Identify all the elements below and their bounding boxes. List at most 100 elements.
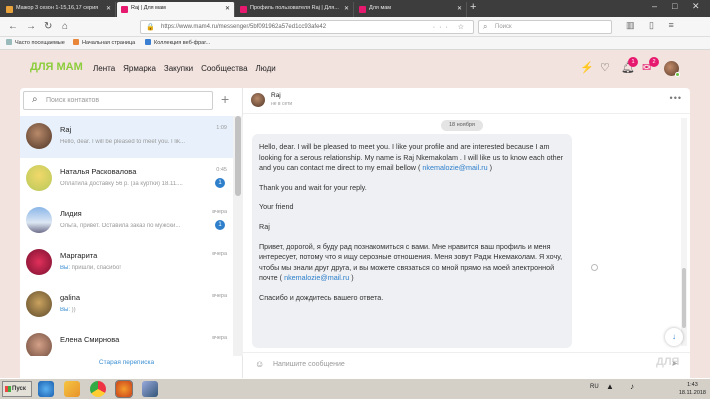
start-label: Пуск [12, 386, 26, 392]
nav-link-fair[interactable]: Ярмарка [123, 64, 156, 73]
reload-icon[interactable]: ↻ [44, 21, 52, 32]
message-composer[interactable]: ☺ Напишите сообщение ➤ [243, 352, 690, 378]
firefox-icon[interactable] [115, 380, 133, 398]
message-bubble: Hello, dear. I will be pleased to meet y… [252, 134, 572, 348]
forward-icon[interactable]: → [26, 21, 36, 32]
close-window-icon[interactable]: ✕ [692, 1, 700, 12]
contact-name: galina [60, 293, 81, 302]
contact-name: Лидия [60, 209, 82, 218]
heart-icon[interactable]: ♡ [600, 61, 610, 74]
tab-title: Мажор 3 сезон 1-15,16,17 серия [16, 5, 99, 11]
back-icon[interactable]: ← [8, 21, 18, 32]
main-nav: Лента Ярмарка Закупки Сообщества Люди [93, 64, 284, 73]
language-indicator[interactable]: RU [590, 384, 599, 390]
avatar[interactable] [251, 93, 265, 107]
system-clock[interactable]: 1:43 18.11.2018 [679, 381, 706, 397]
message-select-radio[interactable] [591, 264, 598, 271]
nav-link-feed[interactable]: Лента [93, 64, 115, 73]
scroll-down-button[interactable]: ↓ [665, 328, 683, 346]
browser-tab[interactable]: Профиль пользователя Raj | Для... ✕ [236, 2, 354, 17]
conversation-item-raj[interactable]: Raj 1:09 Hello, dear. I will be pleased … [20, 116, 233, 158]
unread-badge: 1 [215, 220, 225, 230]
nav-link-purchases[interactable]: Закупки [164, 64, 193, 73]
add-conversation-button[interactable]: + [221, 91, 229, 107]
nav-link-communities[interactable]: Сообщества [201, 64, 247, 73]
unread-badge: 1 [215, 178, 225, 188]
new-tab-button[interactable]: + [470, 1, 476, 13]
conversation-item[interactable]: galina вчера Вы: )) [20, 284, 233, 326]
close-tab-icon[interactable]: ✕ [106, 5, 111, 12]
old-conversations-link[interactable]: Старая переписка [20, 359, 233, 366]
message-paragraph: Thank you and wait for your reply. [259, 182, 367, 192]
conversation-item[interactable]: Наталья Расковалова 0:45 Оплатила достав… [20, 158, 233, 200]
conversation-item[interactable]: Маргарита вчера Вы: пришли, спасибо! [20, 242, 233, 284]
close-tab-icon[interactable]: ✕ [225, 5, 230, 12]
tab-favicon-icon [6, 6, 13, 13]
browser-tab-active[interactable]: Raj | Для мам ✕ [117, 2, 235, 17]
network-icon[interactable]: ▲ [606, 382, 614, 391]
email-link[interactable]: nkemalozie@mail.ru [422, 163, 487, 172]
message-preview: Hello, dear. I will be pleased to meet y… [60, 139, 186, 145]
clock-date: 18.11.2018 [678, 390, 706, 396]
gear-icon [6, 39, 12, 45]
email-link[interactable]: nkemalozie@mail.ru [284, 273, 349, 282]
home-icon[interactable]: ⌂ [62, 21, 68, 32]
browser-search-input[interactable]: ⌕ Поиск [478, 20, 612, 34]
notification-badge: 1 [628, 57, 638, 67]
toolbar-icons[interactable]: ▥ ▯ ≡ [626, 20, 680, 31]
preview-text: пришли, спасибо! [69, 265, 121, 271]
minimize-icon[interactable]: – [652, 1, 657, 11]
avatar [26, 333, 52, 356]
message-paragraph: Raj [259, 221, 270, 231]
address-bar[interactable]: 🔒 https://www.mam4.ru/messenger/5bf09196… [140, 20, 474, 34]
contacts-panel: ⌕ Поиск контактов + Raj 1:09 Hello, dear… [20, 88, 243, 378]
start-button[interactable]: Пуск [2, 381, 32, 397]
browser-nav-bar: ← → ↻ ⌂ 🔒 https://www.mam4.ru/messenger/… [0, 17, 710, 37]
collection-icon [145, 39, 151, 45]
volume-icon[interactable]: ♪ [630, 382, 634, 391]
preview-text: )) [69, 307, 76, 313]
chat-contact-name[interactable]: Raj [271, 92, 281, 99]
scrollbar-thumb[interactable] [682, 268, 686, 328]
chrome-icon[interactable] [90, 381, 106, 397]
bookmark-item[interactable]: Коллекция веб-фраг... [145, 39, 210, 46]
bookmark-item[interactable]: Часто посещаемые [6, 39, 65, 46]
messages-badge: 2 [649, 57, 659, 67]
avatar [26, 291, 52, 317]
maximize-icon[interactable]: □ [672, 1, 677, 11]
browser-tab[interactable]: Мажор 3 сезон 1-15,16,17 серия ✕ [2, 2, 116, 17]
contacts-search-input[interactable]: ⌕ Поиск контактов [23, 91, 213, 110]
close-tab-icon[interactable]: ✕ [344, 5, 349, 12]
message-time: 1:09 [216, 125, 227, 131]
page-actions-icon[interactable]: ··· ☆ [433, 23, 468, 31]
message-input[interactable]: Напишите сообщение [273, 361, 345, 368]
lightning-icon[interactable]: ⚡ [580, 61, 594, 74]
close-tab-icon[interactable]: ✕ [457, 5, 462, 12]
folder-icon[interactable] [64, 381, 80, 397]
scrollbar-thumb[interactable] [235, 116, 241, 196]
browser-tab[interactable]: Для мам ✕ [355, 2, 467, 17]
more-options-icon[interactable]: ••• [670, 93, 682, 103]
message-time: вчера [212, 335, 227, 341]
contacts-scrollbar[interactable] [233, 116, 243, 356]
chat-contact-status: не в сети [271, 101, 293, 107]
tab-title: Raj | Для мам [131, 5, 166, 11]
date-separator: 18 ноября [441, 120, 483, 131]
bookmark-item[interactable]: Начальная страница [73, 39, 135, 46]
conversation-item[interactable]: Лидия вчера Ольга, привет. Оставила зака… [20, 200, 233, 242]
explorer-icon[interactable] [142, 381, 158, 397]
chat-scrollbar[interactable] [681, 118, 687, 346]
ie-icon[interactable] [38, 381, 54, 397]
tab-title: Для мам [369, 5, 392, 11]
conversation-item[interactable]: Елена Смирнова вчера [20, 326, 233, 356]
firefox-icon [73, 39, 79, 45]
message-preview: Ольга, привет. Оставила заказ по мужски.… [60, 223, 181, 229]
chat-panel: Raj не в сети ••• 18 ноября Hello, dear.… [243, 88, 690, 378]
message-paragraph: Your friend [259, 202, 294, 212]
message-time: вчера [212, 209, 227, 215]
message-time: вчера [212, 251, 227, 257]
attach-icon[interactable]: ☺ [255, 359, 264, 369]
user-avatar[interactable] [664, 61, 680, 77]
site-logo[interactable]: ДЛЯ МАМ [30, 61, 83, 73]
nav-link-people[interactable]: Люди [256, 64, 276, 73]
